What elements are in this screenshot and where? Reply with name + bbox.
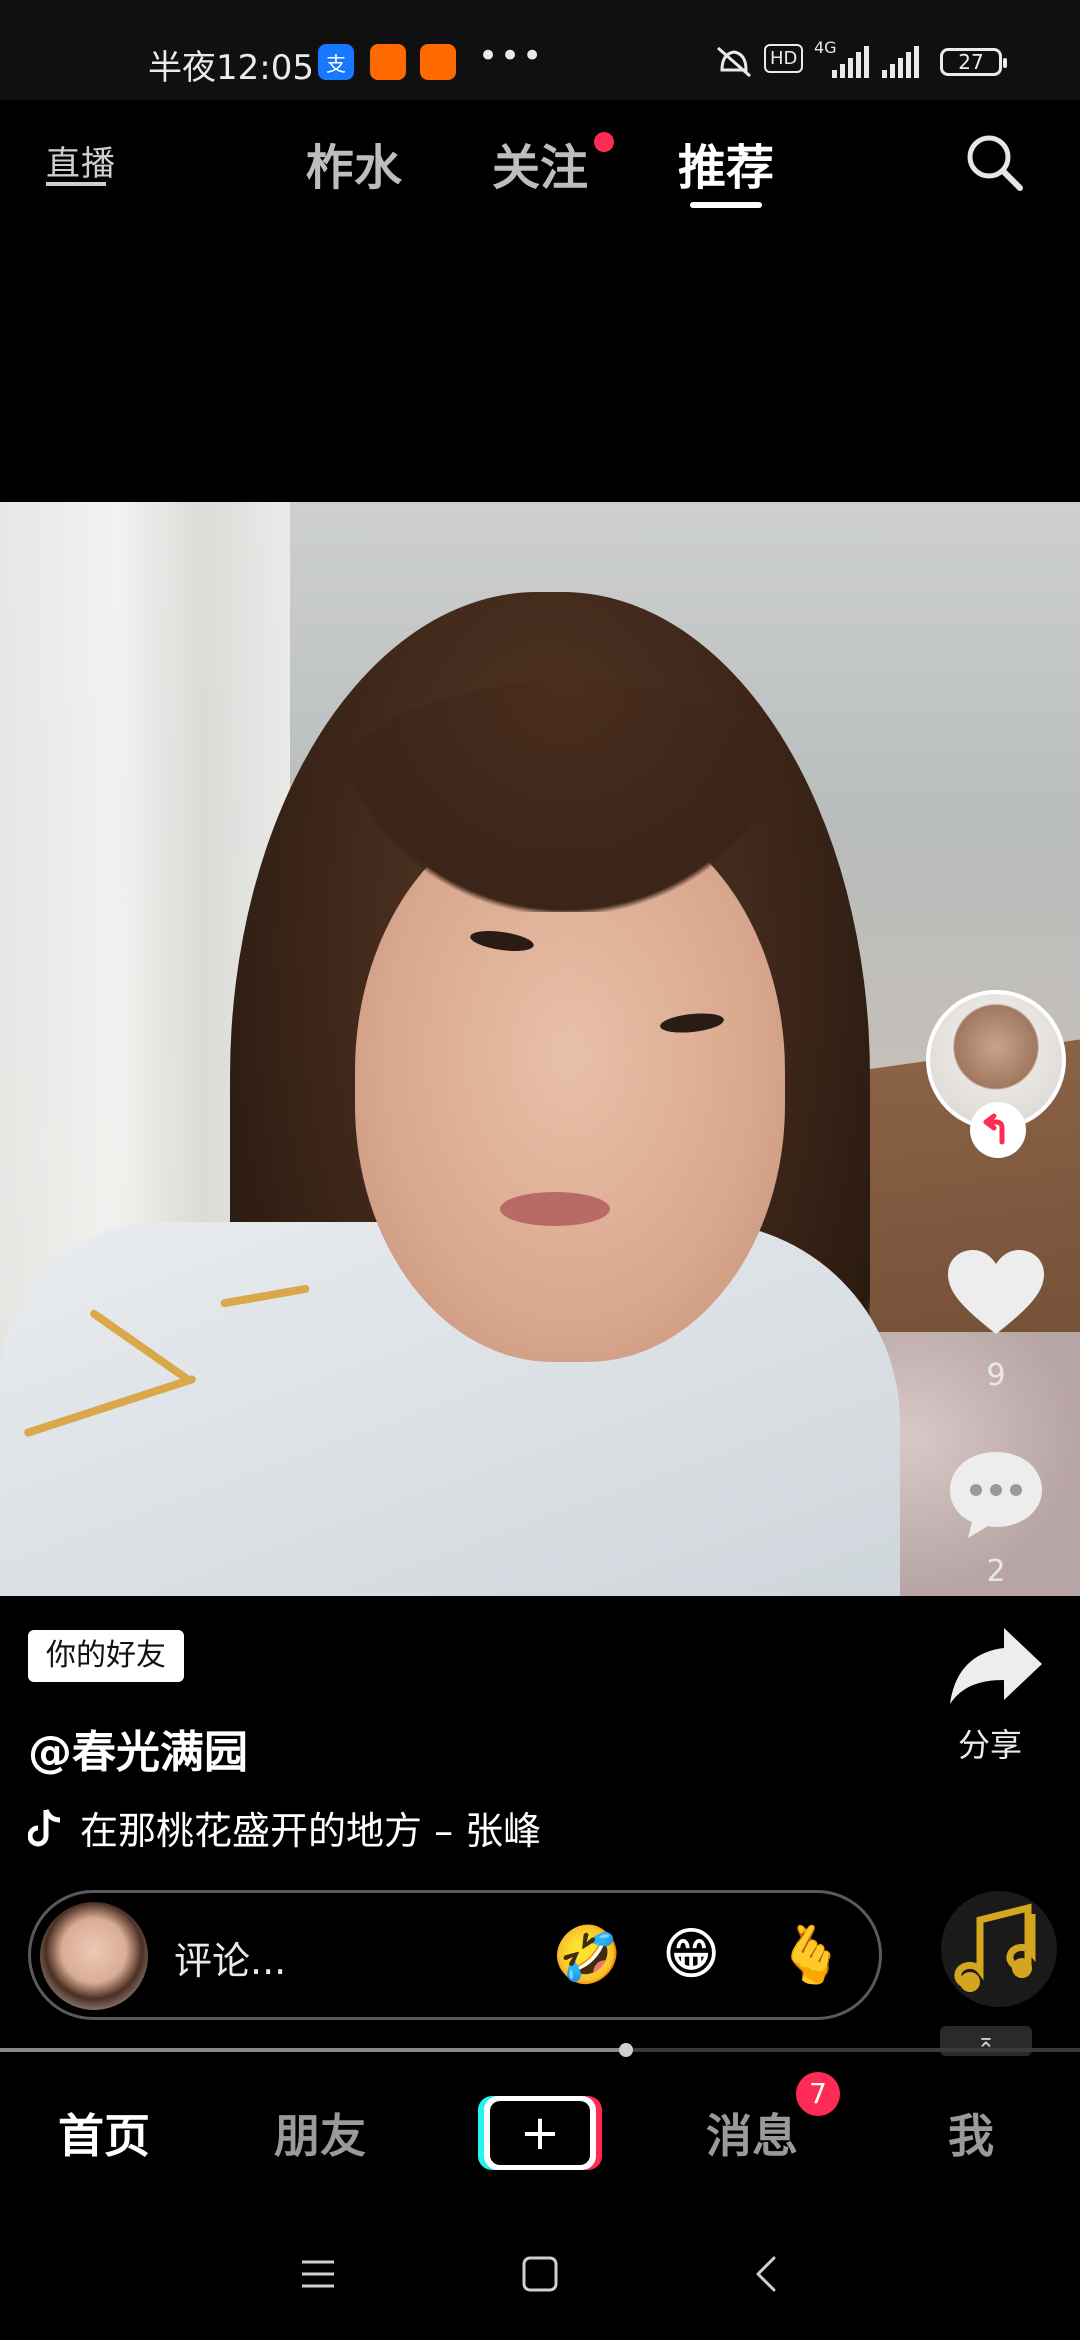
tiktok-note-icon	[28, 1808, 61, 1846]
shirt-pattern	[219, 1284, 311, 1308]
return-arrow-icon	[983, 1113, 1005, 1145]
comment-icon[interactable]	[946, 1448, 1046, 1540]
person-lips	[500, 1192, 610, 1226]
music-disc-icon[interactable]	[936, 1886, 1062, 2012]
user-avatar	[40, 1902, 148, 2010]
person-bangs	[330, 682, 800, 912]
comment-count: 2	[986, 1554, 1006, 1589]
status-time: 半夜12:05	[148, 48, 314, 88]
comment-placeholder[interactable]: 评论...	[174, 1930, 286, 1985]
shirt-pattern	[88, 1308, 192, 1384]
messages-badge: 7	[796, 2072, 840, 2116]
shirt-pattern	[23, 1374, 197, 1438]
emoji-finger-heart-button[interactable]: 🫰	[776, 1922, 846, 1988]
nav-friends[interactable]: 朋友	[274, 2100, 366, 2166]
following-notification-dot	[594, 132, 614, 152]
create-button[interactable]: +	[484, 2096, 596, 2170]
back-icon[interactable]	[746, 2252, 790, 2296]
live-underline	[46, 182, 106, 186]
home-square-icon[interactable]	[518, 2252, 562, 2296]
nav-messages[interactable]: 消息	[706, 2100, 798, 2166]
emoji-grin-button[interactable]: 😁	[662, 1922, 720, 1987]
battery-icon: 27	[940, 48, 1007, 76]
creator-username[interactable]: @春光满园	[28, 1716, 248, 1780]
emoji-laugh-cry-button[interactable]: 🤣	[552, 1922, 622, 1988]
tab-following[interactable]: 关注	[492, 128, 588, 198]
search-icon[interactable]	[962, 130, 1026, 194]
heart-icon[interactable]	[946, 1248, 1046, 1338]
more-notifications-icon: •••	[478, 36, 545, 76]
plus-icon: +	[490, 2101, 590, 2165]
signal-icon	[832, 46, 869, 78]
menu-icon[interactable]	[296, 2252, 340, 2296]
share-icon[interactable]	[946, 1624, 1046, 1708]
friend-badge: 你的好友	[28, 1630, 184, 1682]
bell-muted-icon	[717, 46, 751, 78]
video-player[interactable]	[0, 502, 1080, 1596]
follow-back-button[interactable]	[970, 1102, 1026, 1158]
tab-recommended[interactable]: 推荐	[678, 128, 774, 198]
like-count: 9	[986, 1358, 1006, 1393]
active-tab-indicator	[690, 202, 762, 208]
signal-icon-2	[882, 46, 919, 78]
music-title: 在那桃花盛开的地方 – 张峰	[80, 1809, 542, 1853]
music-info[interactable]: 在那桃花盛开的地方 – 张峰	[28, 1800, 541, 1855]
comment-input-bar[interactable]	[28, 1890, 882, 2020]
video-progress-knob[interactable]	[619, 2043, 634, 2057]
video-progress-fill	[0, 2048, 627, 2052]
tab-zhashui[interactable]: 柞水	[306, 128, 402, 198]
taobao-icon	[420, 44, 456, 80]
hd-icon: HD	[764, 44, 804, 73]
battery-level: 27	[958, 50, 984, 74]
nav-home[interactable]: 首页	[58, 2100, 150, 2166]
taobao-icon	[370, 44, 406, 80]
share-label: 分享	[958, 1726, 1023, 1764]
alipay-icon: 支	[318, 44, 354, 80]
live-button[interactable]: 直播	[46, 136, 116, 185]
nav-me[interactable]: 我	[948, 2100, 994, 2166]
